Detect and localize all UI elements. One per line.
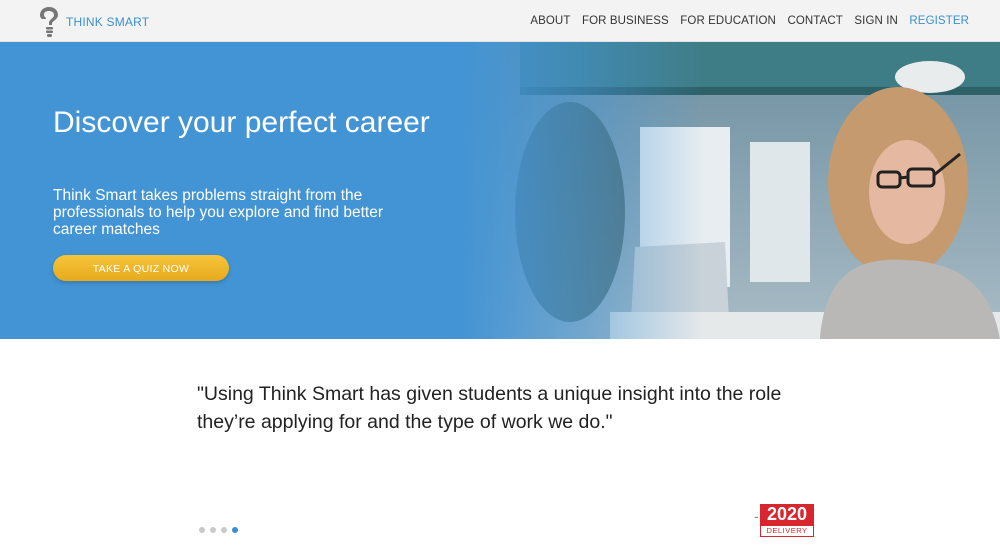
brand-name: THINK SMART — [66, 15, 150, 29]
nav-for-education[interactable]: FOR EDUCATION — [680, 15, 776, 27]
carousel-dot-2[interactable] — [210, 527, 216, 533]
testimonial-quote: "Using Think Smart has given students a … — [197, 383, 782, 433]
nav-sign-in[interactable]: SIGN IN — [854, 15, 898, 27]
logo-link[interactable]: THINK SMART — [38, 5, 149, 39]
take-quiz-button[interactable]: TAKE A QUIZ NOW — [53, 255, 229, 281]
nav-register[interactable]: REGISTER — [909, 15, 969, 27]
site-header: THINK SMART ABOUT FOR BUSINESS FOR EDUCA… — [0, 0, 1000, 42]
nav-about[interactable]: ABOUT — [530, 15, 570, 27]
lightbulb-question-icon — [40, 7, 58, 37]
carousel-dot-3[interactable] — [221, 527, 227, 533]
carousel-dot-4[interactable] — [232, 527, 238, 533]
hero-photo — [460, 42, 1000, 339]
nav-for-business[interactable]: FOR BUSINESS — [582, 15, 669, 27]
hero-banner: Discover your perfect career Think Smart… — [0, 42, 1000, 339]
attribution-dash: - — [754, 508, 759, 524]
client-logo-bottom: DELIVERY — [760, 525, 814, 537]
hero-subtitle: Think Smart takes problems straight from… — [53, 187, 384, 238]
hero-title: Discover your perfect career — [53, 106, 430, 139]
client-logo-2020-delivery: 2020 DELIVERY — [760, 504, 814, 538]
main-nav: ABOUT FOR BUSINESS FOR EDUCATION CONTACT… — [519, 0, 969, 42]
carousel-dots — [199, 527, 243, 533]
nav-contact[interactable]: CONTACT — [787, 15, 842, 27]
client-logo-top: 2020 — [760, 504, 814, 525]
carousel-dot-1[interactable] — [199, 527, 205, 533]
